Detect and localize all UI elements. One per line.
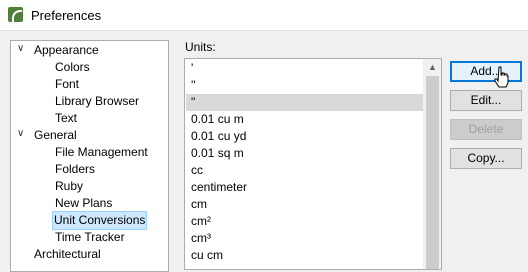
list-item[interactable]: cu cm [186, 247, 427, 264]
title-bar: Preferences [0, 0, 528, 31]
list-scrollbar[interactable]: ▲ [423, 59, 441, 269]
hand-cursor-icon [494, 66, 509, 88]
tree-item-label: Colors [55, 60, 90, 74]
list-item[interactable]: 0.01 sq m [186, 145, 427, 162]
tree-item-label: Library Browser [55, 94, 140, 108]
list-item[interactable]: 0.01 cu m [186, 111, 427, 128]
delete-button: Delete [450, 119, 522, 140]
tree-item-label: Unit Conversions [51, 211, 148, 230]
tree-item-label: Appearance [34, 43, 99, 57]
tree-item-label: New Plans [55, 196, 113, 210]
tree-item-label: Folders [55, 162, 96, 176]
scrollbar-thumb[interactable] [426, 76, 439, 269]
chevron-down-icon[interactable]: ∨ [17, 129, 25, 139]
tree-item-label: Ruby [55, 179, 84, 193]
add-button[interactable]: Add... [450, 61, 522, 82]
list-item[interactable]: 0.01 cu yd [186, 128, 427, 145]
window-title: Preferences [31, 8, 102, 23]
preferences-tree[interactable]: ∨ Appearance Colors Font Library Browser… [10, 40, 169, 272]
list-item[interactable]: ' [186, 60, 427, 77]
units-label: Units: [185, 40, 216, 54]
list-item[interactable]: centimeter [186, 179, 427, 196]
app-icon [8, 7, 23, 22]
copy-button[interactable]: Copy... [450, 148, 522, 169]
list-item[interactable]: " [186, 94, 427, 111]
units-list[interactable]: ' '' " 0.01 cu m 0.01 cu yd 0.01 sq m cc… [184, 58, 442, 270]
list-item[interactable]: cc [186, 162, 427, 179]
tree-item-label: Font [55, 77, 80, 91]
list-item[interactable]: cm² [186, 213, 427, 230]
list-item[interactable]: cm [186, 196, 427, 213]
edit-button[interactable]: Edit... [450, 90, 522, 111]
tree-item-label: Architectural [34, 247, 101, 261]
tree-item-label: Time Tracker [55, 230, 125, 244]
chevron-down-icon[interactable]: ∨ [17, 44, 25, 54]
list-item[interactable]: cm³ [186, 230, 427, 247]
tree-item-label: General [34, 128, 77, 142]
list-item[interactable]: '' [186, 77, 427, 94]
tree-item-label: Text [55, 111, 78, 125]
chevron-up-icon[interactable]: ▲ [424, 59, 441, 76]
tree-item-label: File Management [55, 145, 148, 159]
